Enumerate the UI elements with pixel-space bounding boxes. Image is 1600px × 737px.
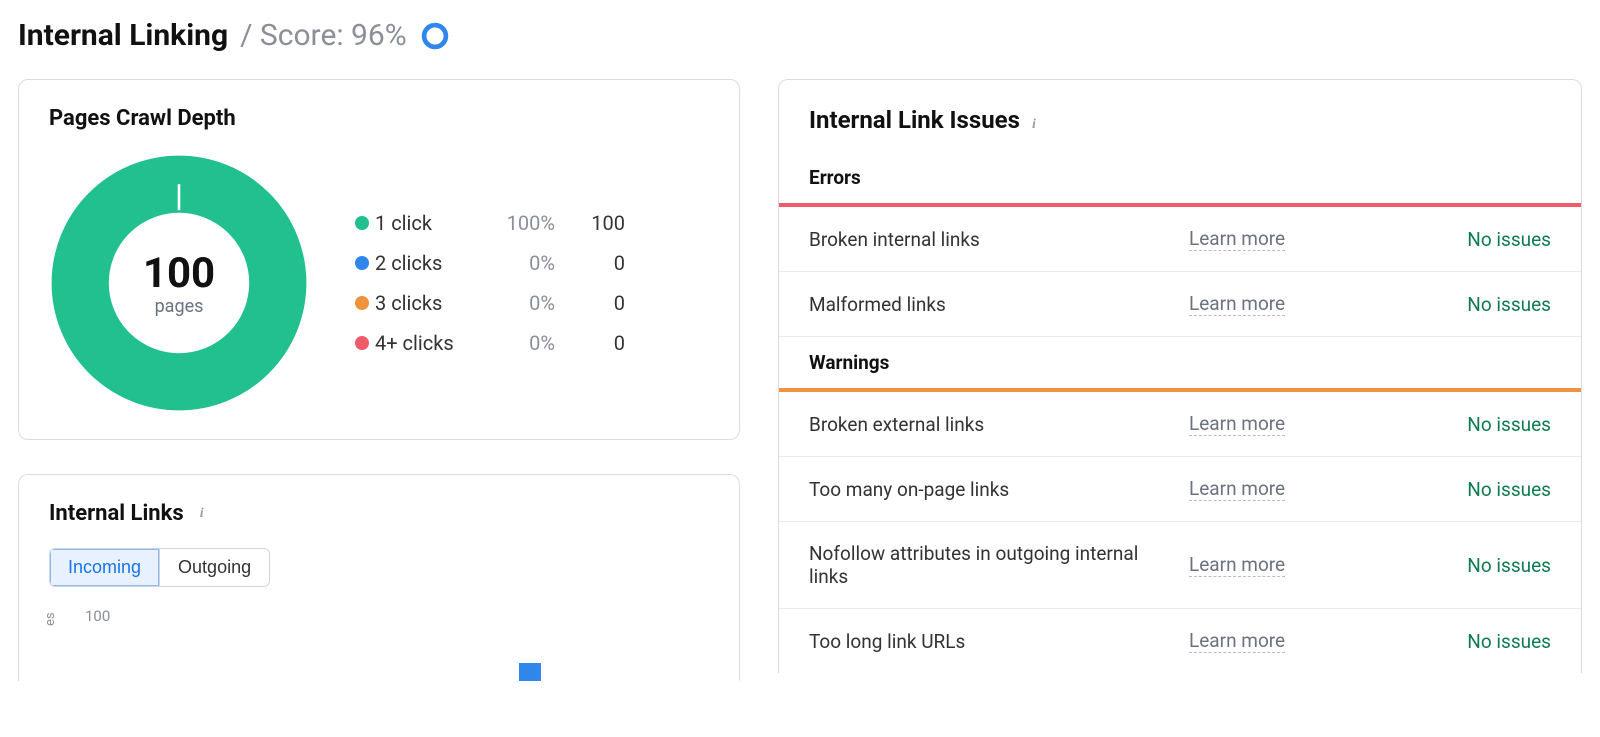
info-icon[interactable]: i (1026, 117, 1042, 133)
legend-pct: 0% (485, 291, 555, 315)
issue-status: No issues (1467, 478, 1551, 501)
internal-links-tabs: Incoming Outgoing (49, 548, 270, 587)
score-ring-icon (421, 22, 449, 50)
learn-more-link[interactable]: Learn more (1189, 227, 1285, 251)
internal-links-chart: es 100 (49, 611, 709, 681)
legend-pct: 0% (485, 331, 555, 355)
issue-status: No issues (1467, 554, 1551, 577)
legend-row: 1 click 100% 100 (355, 203, 709, 243)
issue-row: Too long link URLs Learn more No issues (779, 609, 1581, 673)
crawl-depth-legend: 1 click 100% 100 2 clicks 0% 0 3 clicks … (355, 203, 709, 363)
issue-row: Broken external links Learn more No issu… (779, 392, 1581, 457)
legend-dot-icon (355, 256, 369, 270)
issue-row: Malformed links Learn more No issues (779, 272, 1581, 337)
issue-status: No issues (1467, 630, 1551, 653)
page-title: Internal Linking (18, 18, 228, 53)
learn-more-link[interactable]: Learn more (1189, 629, 1285, 653)
issue-name: Malformed links (809, 293, 1169, 316)
issue-name: Broken internal links (809, 228, 1169, 251)
legend-label: 4+ clicks (375, 331, 485, 355)
legend-pct: 100% (485, 211, 555, 235)
legend-row: 3 clicks 0% 0 (355, 283, 709, 323)
internal-links-title: Internal Links i (49, 501, 709, 526)
internal-links-card: Internal Links i Incoming Outgoing es 10… (18, 474, 740, 681)
crawl-depth-title: Pages Crawl Depth (49, 106, 709, 131)
score-label: / Score: 96% (240, 18, 407, 53)
legend-count: 0 (555, 331, 625, 355)
legend-label: 3 clicks (375, 291, 485, 315)
legend-dot-icon (355, 336, 369, 350)
learn-more-link[interactable]: Learn more (1189, 553, 1285, 577)
issue-name: Too long link URLs (809, 630, 1169, 653)
issue-status: No issues (1467, 413, 1551, 436)
tab-outgoing[interactable]: Outgoing (159, 549, 269, 586)
issues-card: Internal Link Issues i Errors Broken int… (778, 79, 1582, 673)
issue-row: Too many on-page links Learn more No iss… (779, 457, 1581, 522)
issues-section-warnings: Warnings (779, 337, 1581, 388)
issue-name: Broken external links (809, 413, 1169, 436)
page-header: Internal Linking / Score: 96% (18, 18, 1582, 53)
legend-count: 0 (555, 251, 625, 275)
chart-bar (519, 663, 541, 681)
tab-incoming[interactable]: Incoming (50, 549, 159, 586)
internal-links-title-text: Internal Links (49, 501, 184, 526)
legend-count: 100 (555, 211, 625, 235)
info-icon[interactable]: i (194, 506, 210, 522)
learn-more-link[interactable]: Learn more (1189, 292, 1285, 316)
legend-row: 2 clicks 0% 0 (355, 243, 709, 283)
crawl-depth-card: Pages Crawl Depth 100 pages 1 click (18, 79, 740, 440)
crawl-depth-donut: 100 pages (49, 153, 309, 413)
legend-row: 4+ clicks 0% 0 (355, 323, 709, 363)
issue-name: Nofollow attributes in outgoing internal… (809, 542, 1169, 588)
issue-row: Nofollow attributes in outgoing internal… (779, 522, 1581, 609)
chart-y-tick: 100 (85, 607, 110, 625)
legend-label: 1 click (375, 211, 485, 235)
issue-name: Too many on-page links (809, 478, 1169, 501)
donut-center-label: pages (155, 296, 204, 317)
issues-title-text: Internal Link Issues (809, 106, 1020, 134)
issues-section-errors: Errors (779, 152, 1581, 203)
issue-status: No issues (1467, 228, 1551, 251)
learn-more-link[interactable]: Learn more (1189, 477, 1285, 501)
issue-row: Broken internal links Learn more No issu… (779, 207, 1581, 272)
issue-status: No issues (1467, 293, 1551, 316)
learn-more-link[interactable]: Learn more (1189, 412, 1285, 436)
legend-dot-icon (355, 296, 369, 310)
issues-title: Internal Link Issues i (779, 106, 1581, 152)
legend-label: 2 clicks (375, 251, 485, 275)
chart-y-axis-label: es (43, 612, 58, 626)
donut-center-value: 100 (143, 249, 215, 298)
legend-dot-icon (355, 216, 369, 230)
legend-pct: 0% (485, 251, 555, 275)
legend-count: 0 (555, 291, 625, 315)
